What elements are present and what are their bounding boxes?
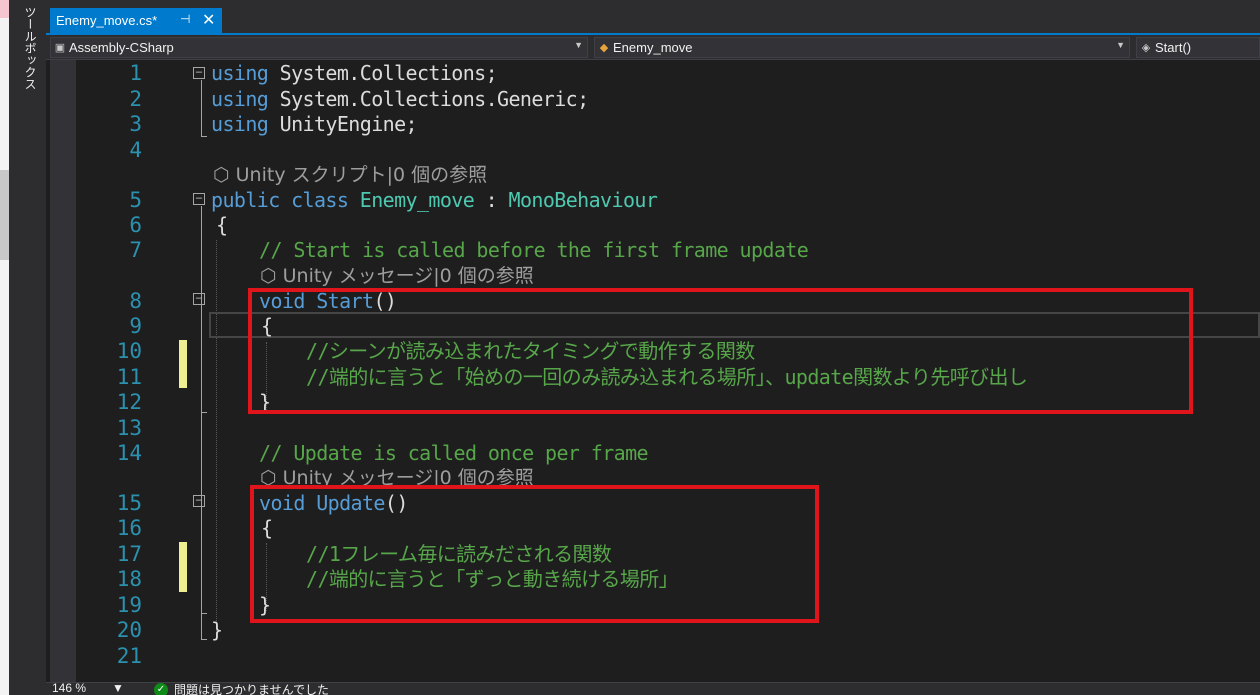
dropdown-icon: ▼ [1116, 40, 1125, 50]
pin-icon[interactable]: ⊣ [180, 12, 190, 26]
fold-end [201, 136, 207, 137]
zoom-level[interactable]: 146 % [52, 683, 86, 695]
line-number: 9 [129, 314, 142, 338]
line-number: 4 [129, 138, 142, 162]
member-label: Start() [1155, 40, 1192, 55]
codelens-text: Unity メッセージ|0 個の参照 [282, 265, 534, 287]
line-number: 14 [116, 441, 142, 465]
code-line-5: public class Enemy_move : MonoBehaviour [211, 188, 658, 213]
code-text: System.Collections.Generic; [268, 87, 590, 111]
tab-enemy-move[interactable]: Enemy_move.cs* ⊣ ✕ [50, 8, 222, 33]
line-number: 16 [116, 516, 142, 540]
window-edge [0, 0, 9, 695]
indent-guide [216, 240, 217, 635]
check-icon: ✓ [154, 683, 168, 695]
change-marker [179, 340, 187, 388]
keyword: using [211, 112, 269, 136]
line-number: 2 [129, 87, 142, 111]
fold-icon[interactable]: − [193, 494, 205, 507]
indicator-margin [50, 60, 76, 682]
project-label: Assembly-CSharp [69, 40, 174, 55]
fold-icon[interactable]: − [193, 292, 205, 305]
line-number: 19 [116, 593, 142, 617]
line-number: 3 [129, 112, 142, 136]
unity-cube-icon: ⬡ [260, 265, 283, 287]
member-dropdown[interactable]: ◈ Start() [1136, 37, 1260, 58]
code-line-3: using UnityEngine; [211, 112, 418, 137]
fold-line [201, 206, 202, 639]
code-text: UnityEngine; [268, 112, 418, 136]
status-bar: 146 % ▼ ✓ 問題は見つかりませんでした [46, 682, 1260, 695]
navigation-bar: ▣ Assembly-CSharp ▼ ◆ Enemy_move ▼ ◈ Sta… [46, 35, 1260, 60]
line-number: 8 [129, 289, 142, 313]
edge-scroll-thumb[interactable] [0, 170, 9, 260]
keyword: class [291, 188, 349, 212]
fold-end [201, 639, 207, 640]
fold-end [201, 613, 207, 614]
class-label: Enemy_move [613, 40, 693, 55]
change-marker [179, 542, 187, 592]
line-number: 11 [116, 365, 142, 389]
line-number: 17 [116, 542, 142, 566]
line-number: 21 [116, 644, 142, 668]
project-dropdown[interactable]: ▣ Assembly-CSharp ▼ [50, 37, 588, 58]
code-line-6: { [216, 213, 228, 237]
line-number: 7 [129, 238, 142, 262]
code-text: : [474, 188, 509, 212]
annotation-box-update [250, 485, 819, 623]
code-text: System.Collections; [268, 61, 498, 85]
method-icon: ◈ [1141, 42, 1151, 54]
codelens-unity-message[interactable]: ⬡ Unity メッセージ|0 個の参照 [260, 264, 534, 289]
class-icon: ◆ [599, 42, 609, 54]
document-tab-row: Enemy_move.cs* ⊣ ✕ [46, 0, 1260, 35]
fold-line [201, 80, 202, 136]
toolbox-panel: ツールボックス [0, 0, 46, 695]
edge-highlight [0, 0, 9, 18]
keyword: using [211, 61, 269, 85]
line-number: 10 [116, 339, 142, 363]
code-line-7: // Start is called before the first fram… [259, 238, 809, 262]
fold-icon[interactable]: − [193, 192, 205, 205]
code-line-2: using System.Collections.Generic; [211, 87, 589, 112]
fold-icon[interactable]: − [193, 66, 205, 79]
line-number: 15 [116, 491, 142, 515]
unity-cube-icon: ⬡ [213, 164, 236, 186]
line-number: 20 [116, 618, 142, 642]
base-class-name: MonoBehaviour [508, 188, 658, 212]
line-number: 1 [129, 61, 142, 85]
line-number: 6 [129, 213, 142, 237]
line-number: 18 [116, 567, 142, 591]
code-editor[interactable]: 1 2 3 4 5 6 7 8 9 10 11 12 13 14 15 16 1… [46, 60, 1260, 682]
class-name: Enemy_move [359, 188, 475, 212]
code-line-20: } [211, 618, 223, 642]
code-line-14: // Update is called once per frame [259, 441, 649, 465]
line-number: 5 [129, 188, 142, 212]
issues-status[interactable]: 問題は見つかりませんでした [174, 683, 329, 695]
dropdown-icon: ▼ [574, 40, 583, 50]
dropdown-icon[interactable]: ▼ [112, 683, 124, 695]
code-line-1: using System.Collections; [211, 61, 498, 86]
codelens-text: Unity スクリプト|0 個の参照 [235, 164, 488, 186]
annotation-box-start [248, 288, 1193, 414]
codelens-unity-script[interactable]: ⬡ Unity スクリプト|0 個の参照 [213, 163, 487, 188]
keyword: using [211, 87, 269, 111]
fold-end [201, 412, 207, 413]
class-dropdown[interactable]: ◆ Enemy_move ▼ [594, 37, 1130, 58]
keyword: public [211, 188, 280, 212]
line-number: 12 [116, 390, 142, 414]
close-icon[interactable]: ✕ [202, 10, 215, 29]
project-icon: ▣ [54, 42, 66, 54]
tab-title: Enemy_move.cs* [56, 13, 158, 28]
line-number: 13 [116, 416, 142, 440]
toolbox-tab[interactable]: ツールボックス [22, 6, 39, 90]
